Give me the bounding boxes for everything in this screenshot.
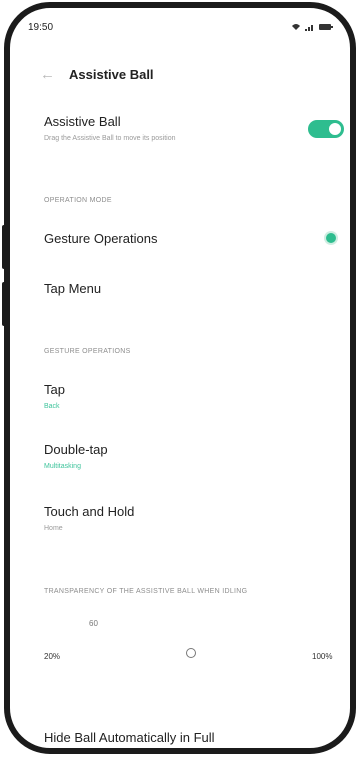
hide-ball-row[interactable]: Hide Ball Automatically in Full [44,730,215,745]
gesture-item-value: Back [44,403,60,410]
power-button [2,282,6,326]
assistive-ball-toggle[interactable] [308,120,344,138]
assistive-ball-subtitle: Drag the Assistive Ball to move its posi… [44,135,176,142]
section-gesture-operations: GESTURE OPERATIONS [44,348,131,355]
volume-button [2,225,6,269]
slider-max-label: 100% [312,652,333,661]
wifi-icon [292,24,300,30]
gesture-operations-radio[interactable] [326,233,336,243]
section-transparency: TRANSPARENCY OF THE ASSISTIVE BALL WHEN … [44,588,248,595]
status-icons [291,23,333,31]
gesture-item-touch-and-hold[interactable]: Touch and Hold Home [44,504,341,532]
slider-current-value: 60 [89,619,98,628]
battery-icon [319,24,333,30]
assistive-ball-row[interactable]: Assistive Ball Drag the Assistive Ball t… [44,114,341,142]
gesture-item-label: Touch and Hold [44,504,135,519]
gesture-item-tap[interactable]: Tap Back [44,382,341,410]
gesture-item-double-tap[interactable]: Double-tap Multitasking [44,442,341,470]
assistive-ball-title: Assistive Ball [44,114,121,129]
gesture-item-label: Double-tap [44,442,108,457]
slider-min-label: 20% [44,652,61,661]
back-arrow-icon[interactable]: ← [40,66,55,83]
option-tap-menu[interactable]: Tap Menu [44,281,341,296]
status-bar: 19:50 [28,22,333,36]
page-title: Assistive Ball [69,66,154,82]
section-operation-mode: OPERATION MODE [44,197,112,204]
gesture-item-value: Home [44,525,63,532]
signal-icon [305,25,313,31]
gesture-item-value: Multitasking [44,463,81,470]
page-header: ← Assistive Ball [40,62,154,86]
toggle-knob [329,123,341,135]
option-gesture-operations-label: Gesture Operations [44,231,158,246]
option-tap-menu-label: Tap Menu [44,281,102,296]
status-time: 19:50 [28,22,54,33]
slider-thumb[interactable] [186,648,196,658]
option-gesture-operations[interactable]: Gesture Operations [44,231,341,246]
gesture-item-label: Tap [44,382,65,397]
